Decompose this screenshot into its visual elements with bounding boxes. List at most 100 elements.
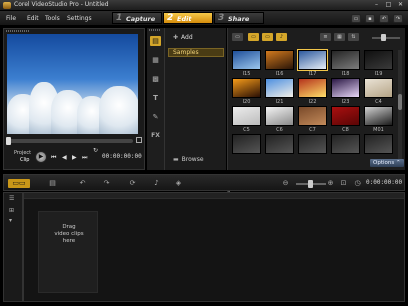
undo-icon[interactable]: ↶ [76,179,89,188]
timeline-timecode[interactable]: 0:00:00:00 [366,179,402,186]
media-thumbnail[interactable] [297,49,328,71]
menu-tools[interactable]: Tools [45,15,60,22]
media-thumbnail[interactable] [298,134,327,154]
options-label: Options [373,160,395,166]
filter-icon[interactable]: FX [150,131,161,141]
thumbnail-size-handle[interactable] [381,34,386,41]
media-thumbnail[interactable] [265,106,294,126]
audio-mixer-icon[interactable]: ♪ [150,179,163,188]
project-duration-icon[interactable]: ◷ [351,179,364,188]
media-thumbnail[interactable] [265,134,294,154]
instant-project-icon[interactable]: ▦ [150,55,161,65]
gallery-scroll-thumb[interactable] [398,94,402,110]
options-button[interactable]: Options ⌃ [370,159,404,167]
zoom-in-icon[interactable]: ⊕ [324,179,337,188]
storyboard-area[interactable]: Drag video clips here [23,192,405,302]
thumbnail-size-slider[interactable] [372,37,400,39]
close-button[interactable]: ✕ [396,1,405,9]
window-titlebar: Corel VideoStudio Pro - Untitled – □ ✕ [0,0,408,11]
media-thumbnail[interactable] [298,78,327,98]
enlarge-preview-icon[interactable] [136,137,142,143]
media-thumbnail-label: I23 [341,99,350,105]
show-videos-icon[interactable]: ▭ [248,33,259,41]
media-thumbnail[interactable] [265,50,294,70]
mode-clip-label[interactable]: Clip [20,157,29,163]
timeline-zoom-handle[interactable] [308,180,313,188]
record-capture-icon[interactable]: ⟳ [126,179,139,188]
step-share[interactable]: 3 Share [214,12,264,24]
transition-icon[interactable]: ▩ [150,74,161,84]
app-logo-icon [3,2,11,9]
media-thumbnail[interactable] [364,78,393,98]
maximize-button[interactable]: □ [384,1,393,9]
step-edit-label: Edit [177,15,192,23]
play-button[interactable]: ▶ [35,151,47,163]
open-project-button[interactable]: ▭ [351,14,361,23]
media-thumbnail-label: C5 [243,127,250,133]
menu-file[interactable]: File [6,15,16,22]
track-icon[interactable]: ⊞ [9,207,14,214]
fit-project-icon[interactable]: ⊡ [337,179,350,188]
media-thumbnail[interactable] [364,106,393,126]
media-thumbnail[interactable] [232,50,261,70]
title-icon[interactable]: T [150,93,161,103]
chevron-down-icon[interactable]: ▾ [9,217,12,224]
media-thumbnail[interactable] [331,134,360,154]
graphic-icon[interactable]: ✎ [150,112,161,122]
media-thumbnail[interactable] [232,78,261,98]
menu-edit[interactable]: Edit [27,15,39,22]
media-icon[interactable]: ▤ [150,36,161,46]
add-folder-button[interactable]: ✚ Add [173,34,193,41]
redo-icon-button[interactable]: ↷ [393,14,403,23]
menu-settings[interactable]: Settings [67,15,92,22]
end-icon[interactable]: ⏭ [82,154,87,162]
import-folder-icon[interactable]: ▭ [232,33,243,41]
zoom-out-icon[interactable]: ⊖ [279,179,292,188]
repeat-icon[interactable]: ↻ [93,147,98,154]
step-capture[interactable]: 1 Capture [112,12,162,24]
browse-button[interactable]: ▬ Browse [173,156,204,163]
media-thumbnail-label: I21 [275,99,284,105]
minimize-button[interactable]: – [372,1,381,9]
step-capture-label: Capture [126,15,156,23]
step-share-number: 3 [218,13,225,23]
media-thumbnail-label: I15 [242,71,251,77]
next-frame-icon[interactable]: ▶ [72,154,77,161]
storyboard-view-button[interactable]: ▭▭ [8,179,30,188]
timeline-view-button[interactable]: ▤ [46,179,59,188]
media-thumbnail[interactable] [364,134,393,154]
media-thumbnail[interactable] [232,106,261,126]
home-icon[interactable]: ⏮ [51,154,56,162]
player-timecode[interactable]: 00:00:00:00 [102,153,142,160]
auto-music-icon[interactable]: ◈ [172,179,185,188]
mode-project-label[interactable]: Project [14,150,31,156]
step-edit[interactable]: 2 Edit [163,12,213,24]
scrubber-handle[interactable] [6,137,11,145]
preview-screen[interactable] [7,34,138,134]
media-thumbnail-label: I20 [242,99,251,105]
list-view-icon[interactable]: ≡ [320,33,331,41]
save-project-button[interactable]: ▪ [365,14,375,23]
media-gallery: ▭ ▭ ▭ ♪ ≡ ▦ ⇅ I15 I16 I17 I18 I19 I20 I21 I22 I2… [227,28,405,170]
sort-icon[interactable]: ⇅ [348,33,359,41]
panel-grip [6,30,30,32]
redo-icon[interactable]: ↷ [100,179,113,188]
track-manager-icon[interactable]: ☰ [9,195,14,202]
timeline-track-header: ☰ ⊞ ▾ [3,192,23,302]
media-thumbnail[interactable] [331,50,360,70]
show-audio-icon[interactable]: ♪ [276,33,287,41]
folder-samples[interactable]: Samples [168,48,224,57]
thumbnail-view-icon[interactable]: ▦ [334,33,345,41]
media-thumbnail[interactable] [364,50,393,70]
step-capture-number: 1 [116,13,123,23]
scrubber-track[interactable] [7,139,133,143]
show-photos-icon[interactable]: ▭ [262,33,273,41]
previous-frame-icon[interactable]: ◀ [62,154,67,161]
media-thumbnail[interactable] [331,106,360,126]
clip-drop-zone[interactable]: Drag video clips here [38,211,98,293]
media-thumbnail[interactable] [265,78,294,98]
undo-icon-button[interactable]: ↶ [379,14,389,23]
media-thumbnail[interactable] [298,106,327,126]
media-thumbnail[interactable] [232,134,261,154]
media-thumbnail[interactable] [331,78,360,98]
